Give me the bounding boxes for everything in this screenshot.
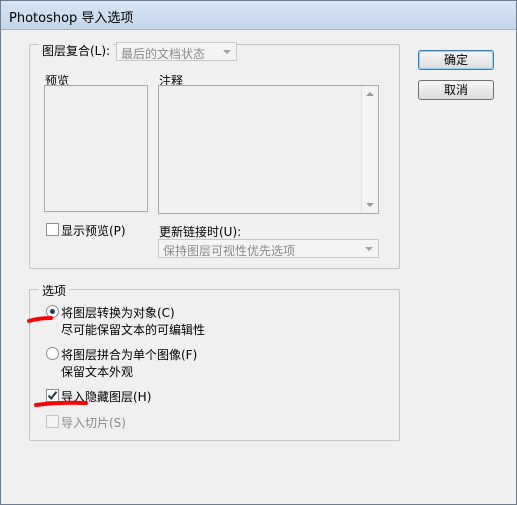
update-links-label: 更新链接时(U): [159,225,242,239]
options-legend: 选项 [39,282,70,299]
layer-comp-dropdown[interactable]: 最后的文档状态 [116,42,237,61]
cancel-button[interactable]: 取消 [418,80,494,100]
flatten-layers-radio[interactable] [46,347,59,360]
chevron-down-icon [223,50,231,54]
ok-button[interactable]: 确定 [418,50,494,70]
import-slices-checkbox[interactable] [46,415,59,428]
layer-comp-value: 最后的文档状态 [121,47,206,61]
flatten-layers-desc: 保留文本外观 [61,365,134,379]
title-bar[interactable]: Photoshop 导入选项 [1,1,516,30]
update-links-dropdown[interactable]: 保持图层可视性优先选项 [158,239,379,258]
comment-scrollbar[interactable] [361,86,378,213]
red-annotation-mark [27,316,53,323]
dialog-body: 图层复合(L): 最后的文档状态 预览 注释 显示预览(P) 更新链接时(U):… [1,30,516,504]
chevron-down-icon [365,247,373,251]
red-annotation-mark [34,400,88,407]
window-title: Photoshop 导入选项 [9,11,134,26]
comment-textarea[interactable] [158,85,379,214]
update-links-value: 保持图层可视性优先选项 [163,244,296,258]
import-options-dialog: Photoshop 导入选项 图层复合(L): 最后的文档状态 预览 注释 显示… [0,0,517,505]
preview-box [44,85,148,212]
scroll-up-icon[interactable] [366,92,374,96]
convert-layers-desc: 尽可能保留文本的可编辑性 [61,323,206,337]
flatten-layers-label[interactable]: 将图层拼合为单个图像(F) [61,346,197,363]
import-slices-label[interactable]: 导入切片(S) [61,414,126,431]
show-preview-checkbox[interactable] [46,223,59,236]
scroll-down-icon[interactable] [366,203,374,207]
convert-layers-label[interactable]: 将图层转换为对象(C) [61,304,175,321]
show-preview-label[interactable]: 显示预览(P) [61,222,126,239]
layer-comp-label: 图层复合(L): [39,42,114,59]
